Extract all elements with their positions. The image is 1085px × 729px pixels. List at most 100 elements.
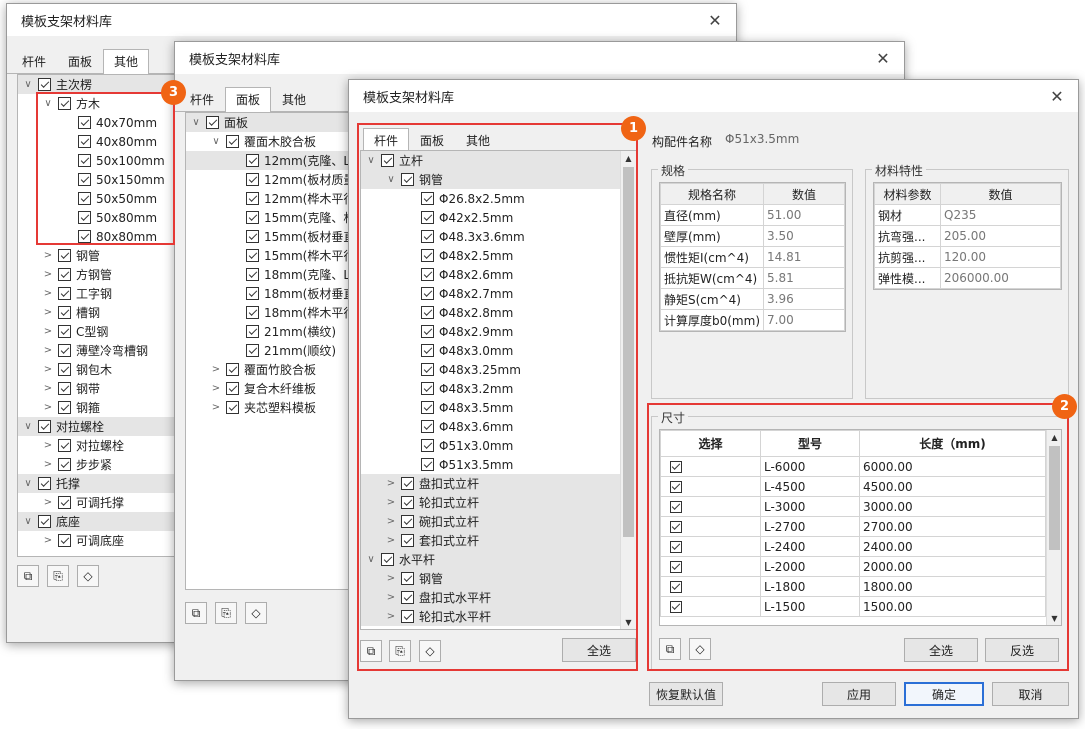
paste-icon[interactable]: ⎘ (215, 602, 237, 624)
restore-defaults-button[interactable]: 恢复默认值 (649, 682, 723, 706)
tree-node[interactable]: > 盘扣式水平杆 (361, 588, 636, 607)
checkbox[interactable] (421, 344, 434, 357)
spec-value-cell[interactable]: 5.81 (763, 267, 845, 289)
tree-node[interactable]: 40x80mm (18, 132, 176, 151)
tree-node[interactable]: > 夹芯塑料模板 (186, 398, 354, 417)
checkbox[interactable] (78, 135, 91, 148)
checkbox[interactable] (58, 363, 71, 376)
tree-node[interactable]: ∨ 面板 (186, 113, 354, 132)
tree-node[interactable]: ∨ 立杆 (361, 151, 636, 170)
tree-node[interactable]: > 槽钢 (18, 303, 176, 322)
tree-node[interactable]: 12mm(板材质量 (186, 170, 354, 189)
expand-arrow-icon[interactable]: > (42, 307, 54, 318)
checkbox[interactable] (226, 382, 239, 395)
eraser-icon[interactable]: ◇ (419, 640, 441, 662)
scroll-thumb[interactable] (1049, 446, 1060, 550)
expand-arrow-icon[interactable]: > (210, 383, 222, 394)
checkbox[interactable] (421, 306, 434, 319)
copy-icon[interactable]: ⧉ (17, 565, 39, 587)
tree-node[interactable]: > C型钢 (18, 322, 176, 341)
scroll-down-icon[interactable]: ▼ (621, 615, 636, 629)
checkbox[interactable] (421, 420, 434, 433)
tab-members[interactable]: 杆件 (11, 49, 57, 74)
tree-node[interactable]: > 可调托撑 (18, 493, 176, 512)
size-select-cell[interactable] (660, 556, 761, 577)
tree-node[interactable]: Φ42x2.5mm (361, 208, 636, 227)
checkbox[interactable] (58, 534, 71, 547)
checkbox[interactable] (38, 477, 51, 490)
tree-node[interactable]: Φ48x2.8mm (361, 303, 636, 322)
tree-node[interactable]: 40x70mm (18, 113, 176, 132)
checkbox[interactable] (670, 540, 682, 553)
tree-node[interactable]: 50x80mm (18, 208, 176, 227)
size-row[interactable]: L-6000 6000.00 (660, 456, 1046, 477)
tree-node[interactable]: Φ48x3.25mm (361, 360, 636, 379)
scroll-up-icon[interactable]: ▲ (621, 151, 636, 165)
material-value-cell[interactable]: 205.00 (940, 225, 1061, 247)
expand-arrow-icon[interactable]: > (42, 364, 54, 375)
checkbox[interactable] (670, 520, 682, 533)
expand-arrow-icon[interactable]: > (385, 516, 397, 527)
expand-arrow-icon[interactable]: > (385, 573, 397, 584)
checkbox[interactable] (58, 306, 71, 319)
tab-others[interactable]: 其他 (271, 87, 317, 112)
tree-node[interactable]: Φ48x3.5mm (361, 398, 636, 417)
spec-value-cell[interactable]: 3.50 (763, 225, 845, 247)
expand-arrow-icon[interactable]: > (385, 592, 397, 603)
scroll-up-icon[interactable]: ▲ (1047, 430, 1061, 444)
expand-arrow-icon[interactable]: > (210, 402, 222, 413)
eraser-icon[interactable]: ◇ (689, 638, 711, 660)
tree-node[interactable]: > 轮扣式水平杆 (361, 607, 636, 626)
tab-panels[interactable]: 面板 (57, 49, 103, 74)
tree-node[interactable]: 18mm(板材垂直 (186, 284, 354, 303)
checkbox[interactable] (421, 192, 434, 205)
tree-node[interactable]: > 复合木纤维板 (186, 379, 354, 398)
tree-node[interactable]: > 覆面竹胶合板 (186, 360, 354, 379)
tree-node[interactable]: 21mm(顺纹) (186, 341, 354, 360)
expand-arrow-icon[interactable]: > (42, 402, 54, 413)
checkbox[interactable] (401, 534, 414, 547)
checkbox[interactable] (246, 211, 259, 224)
tree-node[interactable]: > 步步紧 (18, 455, 176, 474)
checkbox[interactable] (401, 572, 414, 585)
tree-node[interactable]: 12mm(克隆、L (186, 151, 354, 170)
checkbox[interactable] (401, 173, 414, 186)
checkbox[interactable] (421, 268, 434, 281)
collapse-arrow-icon[interactable]: ∨ (22, 421, 34, 432)
size-scrollbar[interactable]: ▲ ▼ (1046, 430, 1061, 625)
checkbox[interactable] (58, 287, 71, 300)
copy-icon[interactable]: ⧉ (360, 640, 382, 662)
checkbox[interactable] (421, 439, 434, 452)
spec-value-cell[interactable]: 7.00 (763, 309, 845, 331)
checkbox[interactable] (38, 78, 51, 91)
checkbox[interactable] (381, 553, 394, 566)
checkbox[interactable] (246, 287, 259, 300)
collapse-arrow-icon[interactable]: ∨ (22, 516, 34, 527)
size-invert-button[interactable]: 反选 (985, 638, 1059, 662)
tree-node[interactable]: > 盘扣式立杆 (361, 474, 636, 493)
tree-node[interactable]: 18mm(桦木平行 (186, 303, 354, 322)
checkbox[interactable] (670, 560, 682, 573)
checkbox[interactable] (421, 249, 434, 262)
tree-node[interactable]: > 薄壁冷弯槽钢 (18, 341, 176, 360)
expand-arrow-icon[interactable]: > (42, 250, 54, 261)
checkbox[interactable] (78, 154, 91, 167)
checkbox[interactable] (246, 192, 259, 205)
size-row[interactable]: L-4500 4500.00 (660, 476, 1046, 497)
tree-node[interactable]: > 方钢管 (18, 265, 176, 284)
tree-node[interactable]: > 碗扣式立杆 (361, 512, 636, 531)
tree-node[interactable]: 15mm(桦木平行 (186, 246, 354, 265)
tree-node[interactable]: ∨ 底座 (18, 512, 176, 531)
tree-node[interactable]: 50x100mm (18, 151, 176, 170)
checkbox[interactable] (381, 154, 394, 167)
tab-others[interactable]: 其他 (103, 49, 150, 74)
copy-icon[interactable]: ⧉ (185, 602, 207, 624)
checkbox[interactable] (206, 116, 219, 129)
checkbox[interactable] (246, 249, 259, 262)
size-row[interactable]: L-1800 1800.00 (660, 576, 1046, 597)
size-select-cell[interactable] (660, 596, 761, 617)
tree-node[interactable]: 50x150mm (18, 170, 176, 189)
checkbox[interactable] (78, 211, 91, 224)
size-select-cell[interactable] (660, 536, 761, 557)
tree-node[interactable]: Φ48x3.6mm (361, 417, 636, 436)
